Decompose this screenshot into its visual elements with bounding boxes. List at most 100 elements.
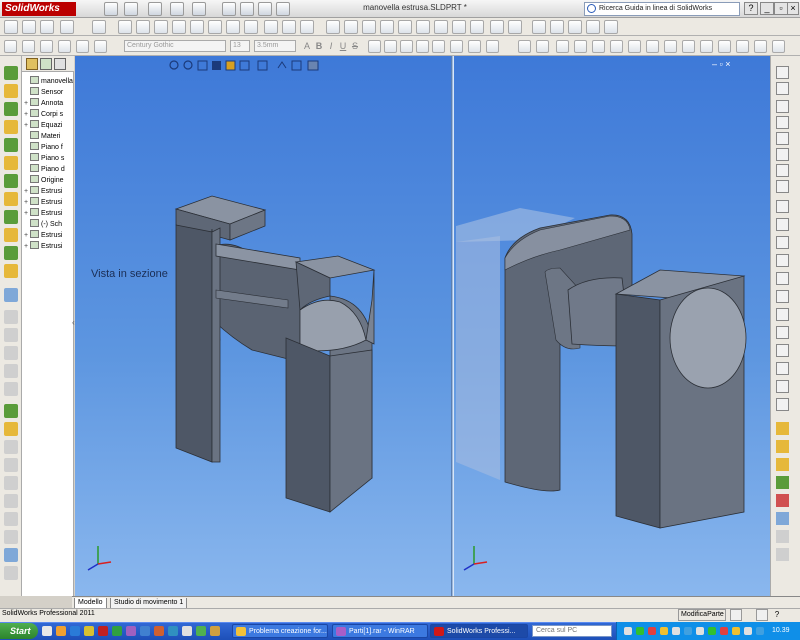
instant3d-icon[interactable] xyxy=(604,20,618,34)
ambient-occlusion-icon[interactable] xyxy=(434,20,448,34)
messenger-icon[interactable] xyxy=(154,626,164,636)
text-frame-icon[interactable] xyxy=(450,40,463,53)
new-document-icon[interactable] xyxy=(104,2,118,16)
tree-item[interactable]: Origine xyxy=(24,175,74,186)
stack-icon[interactable] xyxy=(486,40,499,53)
datum-icon[interactable] xyxy=(664,40,677,53)
save-icon[interactable] xyxy=(148,2,162,16)
smart-dimension-icon[interactable] xyxy=(22,20,36,34)
tree-item[interactable]: Piano f xyxy=(24,142,74,153)
font-select[interactable]: Century Gothic xyxy=(124,40,226,52)
symbol-icon[interactable] xyxy=(468,40,481,53)
curve-pattern-icon[interactable] xyxy=(4,440,18,454)
tree-item[interactable]: + Corpi s xyxy=(24,109,74,120)
trim-icon[interactable] xyxy=(776,254,789,267)
justify-icon[interactable] xyxy=(416,40,429,53)
relations-icon[interactable] xyxy=(776,344,789,357)
linear-pattern-icon[interactable] xyxy=(4,228,18,242)
cut-sweep-icon[interactable] xyxy=(4,174,18,188)
view-front-icon[interactable] xyxy=(118,20,132,34)
minimize-button[interactable]: _ xyxy=(760,2,774,15)
tree-item[interactable]: + Estrusi xyxy=(24,186,74,197)
sketch-mirror-icon[interactable] xyxy=(776,308,789,321)
print-icon[interactable] xyxy=(170,2,184,16)
block-icon[interactable] xyxy=(772,40,785,53)
wireframe-icon[interactable] xyxy=(344,20,358,34)
weld-symbol-icon[interactable] xyxy=(646,40,659,53)
instant-section-icon[interactable] xyxy=(4,548,18,562)
units-icon[interactable] xyxy=(756,609,768,621)
rectangle-icon[interactable] xyxy=(776,116,789,129)
shadows-icon[interactable] xyxy=(416,20,430,34)
fillet-icon[interactable] xyxy=(40,40,53,53)
sketch-fillet-icon[interactable] xyxy=(776,398,789,411)
heads-up-view-toolbar[interactable] xyxy=(168,59,354,72)
zoom-area-icon[interactable] xyxy=(470,20,484,34)
tray-icon-7[interactable] xyxy=(696,627,704,635)
split-line-icon[interactable] xyxy=(4,458,18,472)
tree-item[interactable]: + Estrusi xyxy=(24,241,74,252)
network-launch-icon[interactable] xyxy=(168,626,178,636)
tree-item[interactable]: Sensor xyxy=(24,87,74,98)
tray-icon-2[interactable] xyxy=(636,627,644,635)
task-winrar[interactable]: Parti[1].rar - WinRAR xyxy=(332,624,428,638)
sketch-icon[interactable] xyxy=(4,20,18,34)
two-view-icon[interactable] xyxy=(282,20,296,34)
font-color-icon[interactable] xyxy=(574,40,587,53)
draft-icon[interactable] xyxy=(4,310,18,324)
reference-geometry-icon[interactable] xyxy=(568,20,582,34)
tray-icon-6[interactable] xyxy=(684,627,692,635)
calculator-icon[interactable] xyxy=(182,626,192,636)
slot-icon[interactable] xyxy=(776,218,789,231)
explorer-launch-icon[interactable] xyxy=(196,626,206,636)
flex-icon[interactable] xyxy=(4,382,18,396)
text-height-select[interactable]: 3.5mm xyxy=(254,40,296,52)
tree-item[interactable]: Materi xyxy=(24,131,74,142)
tray-icon-3[interactable] xyxy=(648,627,656,635)
tree-item[interactable]: + Annota xyxy=(24,98,74,109)
tree-item[interactable]: + Estrusi xyxy=(24,208,74,219)
extend-icon[interactable] xyxy=(776,272,789,285)
loft-icon[interactable] xyxy=(4,120,18,134)
pan-icon[interactable] xyxy=(508,20,522,34)
rib-icon[interactable] xyxy=(4,246,18,260)
circle-icon[interactable] xyxy=(776,132,789,145)
spline-icon[interactable] xyxy=(776,164,789,177)
line-color-icon[interactable] xyxy=(518,40,531,53)
surface-finish-icon[interactable] xyxy=(628,40,641,53)
shell-icon[interactable] xyxy=(4,264,18,278)
section-view-icon[interactable] xyxy=(380,20,394,34)
resources-icon[interactable] xyxy=(776,422,789,435)
desktop-search-input[interactable]: Cerca sul PC xyxy=(532,625,612,637)
wrap-icon[interactable] xyxy=(4,346,18,360)
tray-icon-8[interactable] xyxy=(708,627,716,635)
gtol-icon[interactable] xyxy=(682,40,695,53)
repair-sketch-icon[interactable] xyxy=(776,380,789,393)
annotation-icon[interactable] xyxy=(556,40,569,53)
view-back-icon[interactable] xyxy=(172,20,186,34)
firefox-icon[interactable] xyxy=(56,626,66,636)
viewport-window-controls[interactable]: – ▫ × xyxy=(712,59,762,71)
rotate-icon[interactable] xyxy=(490,20,504,34)
extrude-icon[interactable] xyxy=(4,40,17,53)
cut-loft-icon[interactable] xyxy=(4,192,18,206)
offset-icon[interactable] xyxy=(776,236,789,249)
intersect-icon[interactable] xyxy=(4,364,18,378)
note-icon[interactable] xyxy=(592,40,605,53)
chamfer-icon[interactable] xyxy=(58,40,71,53)
tree-item[interactable]: manovella xyxy=(24,76,74,87)
single-view-icon[interactable] xyxy=(264,20,278,34)
tree-item[interactable]: (-) Sch xyxy=(24,219,74,230)
settings-pane-icon[interactable] xyxy=(776,548,789,561)
projected-curve-icon[interactable] xyxy=(4,476,18,490)
mirror-feature-icon[interactable] xyxy=(4,422,18,436)
move-face-icon[interactable] xyxy=(4,566,18,580)
pointer-icon[interactable] xyxy=(536,40,549,53)
polygon-icon[interactable] xyxy=(776,200,789,213)
feature-manager-tab-icon[interactable] xyxy=(26,58,38,70)
section-view-model[interactable] xyxy=(75,56,451,596)
appearance-icon[interactable] xyxy=(60,20,74,34)
options-icon[interactable] xyxy=(276,2,290,16)
shaded-icon[interactable] xyxy=(326,20,340,34)
design-library-icon[interactable] xyxy=(776,440,789,453)
